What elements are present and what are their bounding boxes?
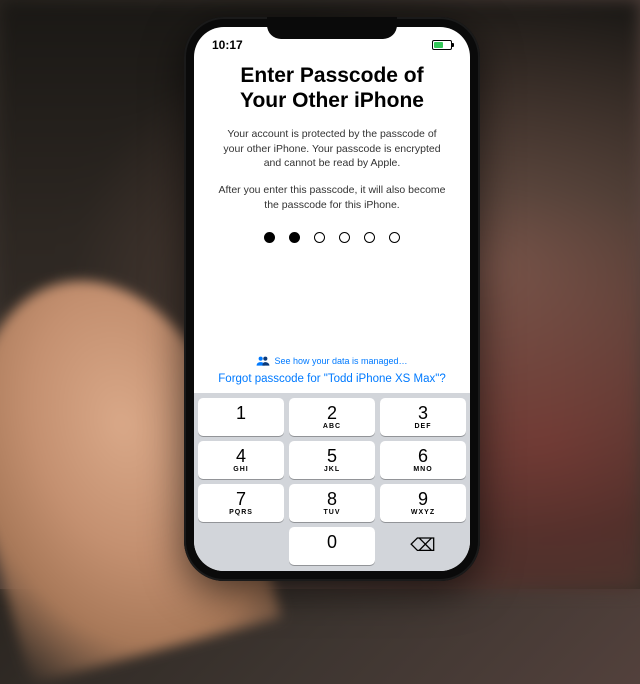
key-letters: GHI (233, 466, 248, 473)
status-time: 10:17 (212, 38, 243, 52)
key-0[interactable]: 0 (289, 527, 375, 565)
screen: 10:17 Enter Passcode of Your Other iPhon… (194, 27, 470, 571)
passcode-dot (339, 232, 350, 243)
content-area: Enter Passcode of Your Other iPhone Your… (194, 57, 470, 393)
passcode-dot (364, 232, 375, 243)
key-7[interactable]: 7 PQRS (198, 484, 284, 522)
key-digit: 5 (327, 447, 337, 465)
key-3[interactable]: 3 DEF (380, 398, 466, 436)
passcode-dot (389, 232, 400, 243)
key-letters: JKL (324, 466, 340, 473)
key-letters: TUV (324, 509, 341, 516)
key-digit: 7 (236, 490, 246, 508)
key-letters: WXYZ (411, 509, 435, 516)
key-2[interactable]: 2 ABC (289, 398, 375, 436)
status-right (432, 40, 452, 50)
spacer (214, 259, 450, 354)
key-8[interactable]: 8 TUV (289, 484, 375, 522)
data-managed-link[interactable]: See how your data is managed… (214, 355, 450, 367)
key-letters: MNO (413, 466, 432, 473)
key-letters: DEF (415, 423, 432, 430)
key-blank (198, 527, 284, 565)
data-managed-label: See how your data is managed… (274, 356, 407, 366)
iphone-frame: 10:17 Enter Passcode of Your Other iPhon… (184, 17, 480, 581)
key-digit: 0 (327, 533, 337, 551)
notch (267, 17, 397, 39)
passcode-dot (314, 232, 325, 243)
page-title: Enter Passcode of Your Other iPhone (214, 63, 450, 113)
people-icon (256, 355, 270, 367)
key-9[interactable]: 9 WXYZ (380, 484, 466, 522)
key-digit: 2 (327, 404, 337, 422)
numeric-keypad: 1 2 ABC 3 DEF 4 GHI 5 JKL 6 MNO (194, 393, 470, 571)
passcode-dot (289, 232, 300, 243)
key-digit: 3 (418, 404, 428, 422)
key-4[interactable]: 4 GHI (198, 441, 284, 479)
battery-icon (432, 40, 452, 50)
description-1: Your account is protected by the passcod… (214, 127, 450, 171)
key-digit: 9 (418, 490, 428, 508)
key-digit: 1 (236, 404, 246, 422)
key-letters: ABC (323, 423, 341, 430)
battery-fill (434, 42, 443, 48)
key-digit: 8 (327, 490, 337, 508)
passcode-dots (214, 232, 450, 243)
passcode-dot (264, 232, 275, 243)
key-6[interactable]: 6 MNO (380, 441, 466, 479)
key-1[interactable]: 1 (198, 398, 284, 436)
forgot-passcode-link[interactable]: Forgot passcode for "Todd iPhone XS Max"… (214, 373, 450, 385)
key-backspace[interactable]: ⌫ (380, 527, 466, 565)
key-digit: 6 (418, 447, 428, 465)
key-digit: 4 (236, 447, 246, 465)
key-5[interactable]: 5 JKL (289, 441, 375, 479)
backspace-icon: ⌫ (410, 535, 435, 556)
key-letters: PQRS (229, 509, 253, 516)
description-2: After you enter this passcode, it will a… (214, 183, 450, 212)
